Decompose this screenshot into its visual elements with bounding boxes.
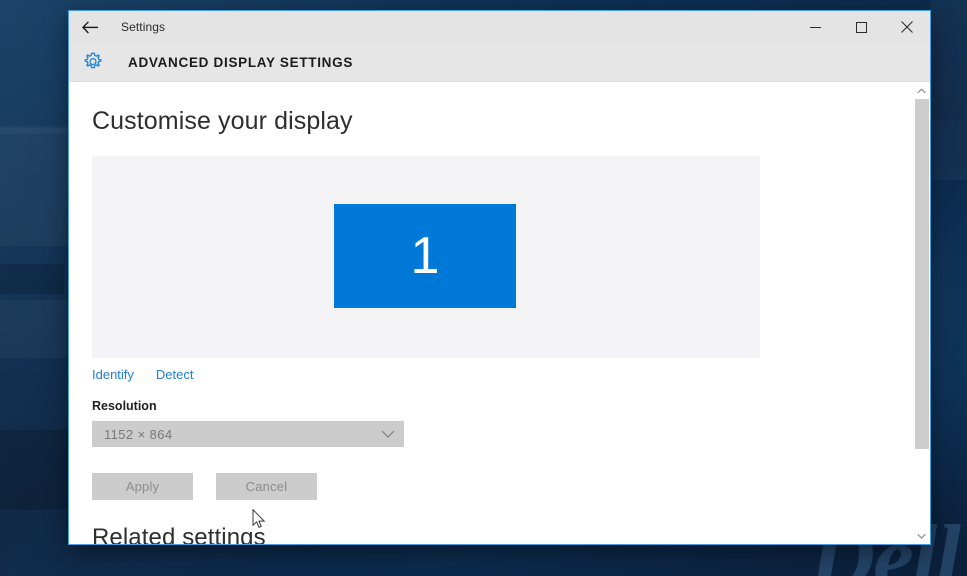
cancel-button[interactable]: Cancel (216, 473, 317, 500)
monitor-tile-1[interactable]: 1 (334, 204, 516, 308)
minimize-icon (809, 26, 821, 28)
page-title: ADVANCED DISPLAY SETTINGS (128, 54, 354, 70)
settings-window: Settings ADVANCED DISPLAY SETTINGS Custo… (68, 10, 931, 545)
chevron-down-icon (381, 430, 395, 438)
vertical-scrollbar[interactable] (912, 82, 930, 544)
window-body: Customise your display 1 Identify Detect… (69, 82, 930, 544)
scrollbar-track[interactable] (913, 99, 930, 527)
detect-link[interactable]: Detect (156, 367, 194, 382)
monitor-number-label: 1 (410, 227, 440, 285)
resolution-dropdown[interactable]: 1152 × 864 (92, 421, 404, 447)
action-button-row: Apply Cancel (92, 473, 912, 500)
back-button[interactable] (69, 11, 111, 43)
resolution-value: 1152 × 864 (104, 426, 173, 442)
identify-link[interactable]: Identify (92, 367, 134, 382)
close-icon (901, 21, 913, 33)
gear-icon (84, 52, 102, 69)
content-heading: Customise your display (92, 107, 353, 135)
gear-icon-container (69, 51, 117, 73)
apply-button[interactable]: Apply (92, 473, 193, 500)
settings-content-pane: Customise your display 1 Identify Detect… (69, 82, 912, 544)
scroll-down-arrow-glyph (917, 533, 926, 539)
display-action-links: Identify Detect (92, 367, 912, 382)
desktop-band (930, 0, 967, 180)
desktop-band (0, 300, 68, 358)
window-titlebar: Settings (69, 11, 930, 43)
desktop-band (0, 264, 64, 294)
scroll-up-arrow-icon[interactable] (913, 82, 930, 99)
scroll-up-arrow-glyph (917, 87, 926, 93)
back-arrow-icon (81, 20, 98, 33)
maximize-icon (855, 21, 867, 33)
page-header-band: ADVANCED DISPLAY SETTINGS (69, 43, 930, 82)
window-controls (792, 11, 930, 43)
scrollbar-thumb[interactable] (915, 99, 929, 449)
related-settings-heading: Related settings (92, 524, 266, 544)
scroll-down-arrow-icon[interactable] (913, 527, 930, 544)
maximize-button[interactable] (838, 11, 884, 43)
app-title: Settings (121, 20, 166, 34)
resolution-label: Resolution (92, 399, 157, 413)
close-button[interactable] (884, 11, 930, 43)
display-preview-area: 1 (92, 156, 760, 358)
minimize-button[interactable] (792, 11, 838, 43)
desktop-band (0, 430, 68, 510)
desktop-band (0, 126, 68, 246)
